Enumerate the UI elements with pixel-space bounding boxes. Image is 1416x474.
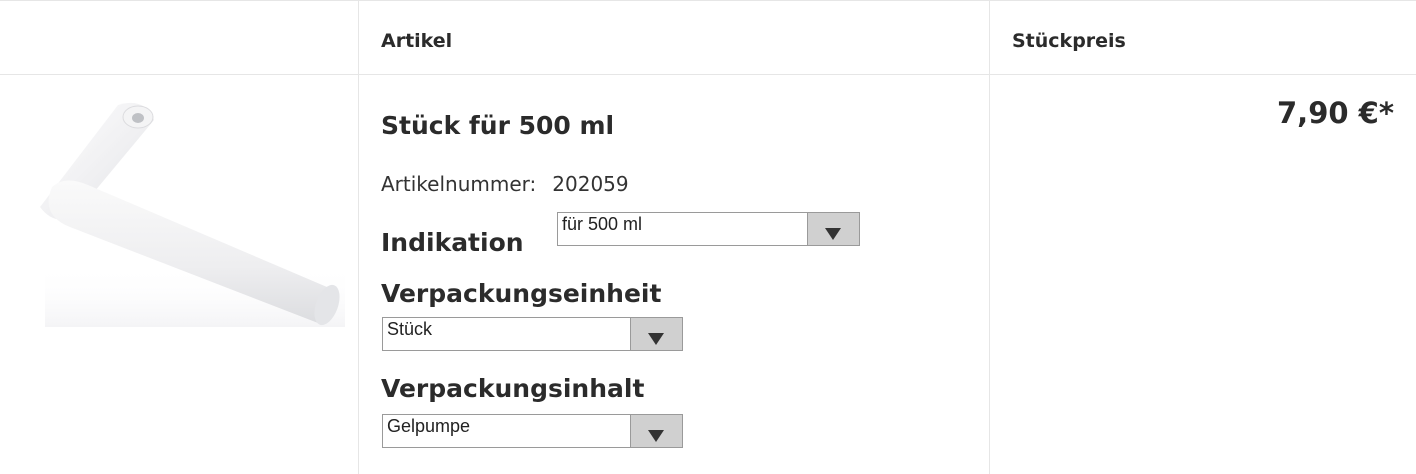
column-header-article: Artikel [381,30,453,52]
unit-price: 7,90 €* [1277,96,1394,130]
article-number-value: 202059 [552,172,629,196]
column-header-unit-price: Stückpreis [1012,30,1126,52]
verpackungsinhalt-label: Verpackungsinhalt [381,374,645,403]
verpackungsinhalt-select[interactable]: Gelpumpe [382,414,683,448]
indikation-label: Indikation [381,228,524,257]
indikation-dropdown-button[interactable] [807,213,859,245]
chevron-down-icon [648,333,664,345]
chevron-down-icon [648,430,664,442]
verpackungsinhalt-dropdown-button[interactable] [630,415,682,447]
header-divider [0,74,1416,75]
product-title[interactable]: Stück für 500 ml [381,111,614,140]
article-number-label: Artikelnummer: [381,172,537,196]
verpackungsinhalt-select-value: Gelpumpe [387,416,471,436]
verpackungseinheit-select[interactable]: Stück [382,317,683,351]
column-divider-2 [989,0,990,474]
table-top-border [0,0,1416,1]
chevron-down-icon [825,228,841,240]
verpackungseinheit-label: Verpackungseinheit [381,279,662,308]
verpackungseinheit-select-value: Stück [387,319,433,339]
indikation-select-value: für 500 ml [562,214,643,234]
indikation-select[interactable]: für 500 ml [557,212,860,246]
column-divider-1 [358,0,359,474]
product-image[interactable] [30,95,345,335]
article-number: Artikelnummer: 202059 [381,172,629,196]
verpackungseinheit-dropdown-button[interactable] [630,318,682,350]
product-table: Artikel Stückpreis Stück für 500 ml Arti… [0,0,1416,474]
